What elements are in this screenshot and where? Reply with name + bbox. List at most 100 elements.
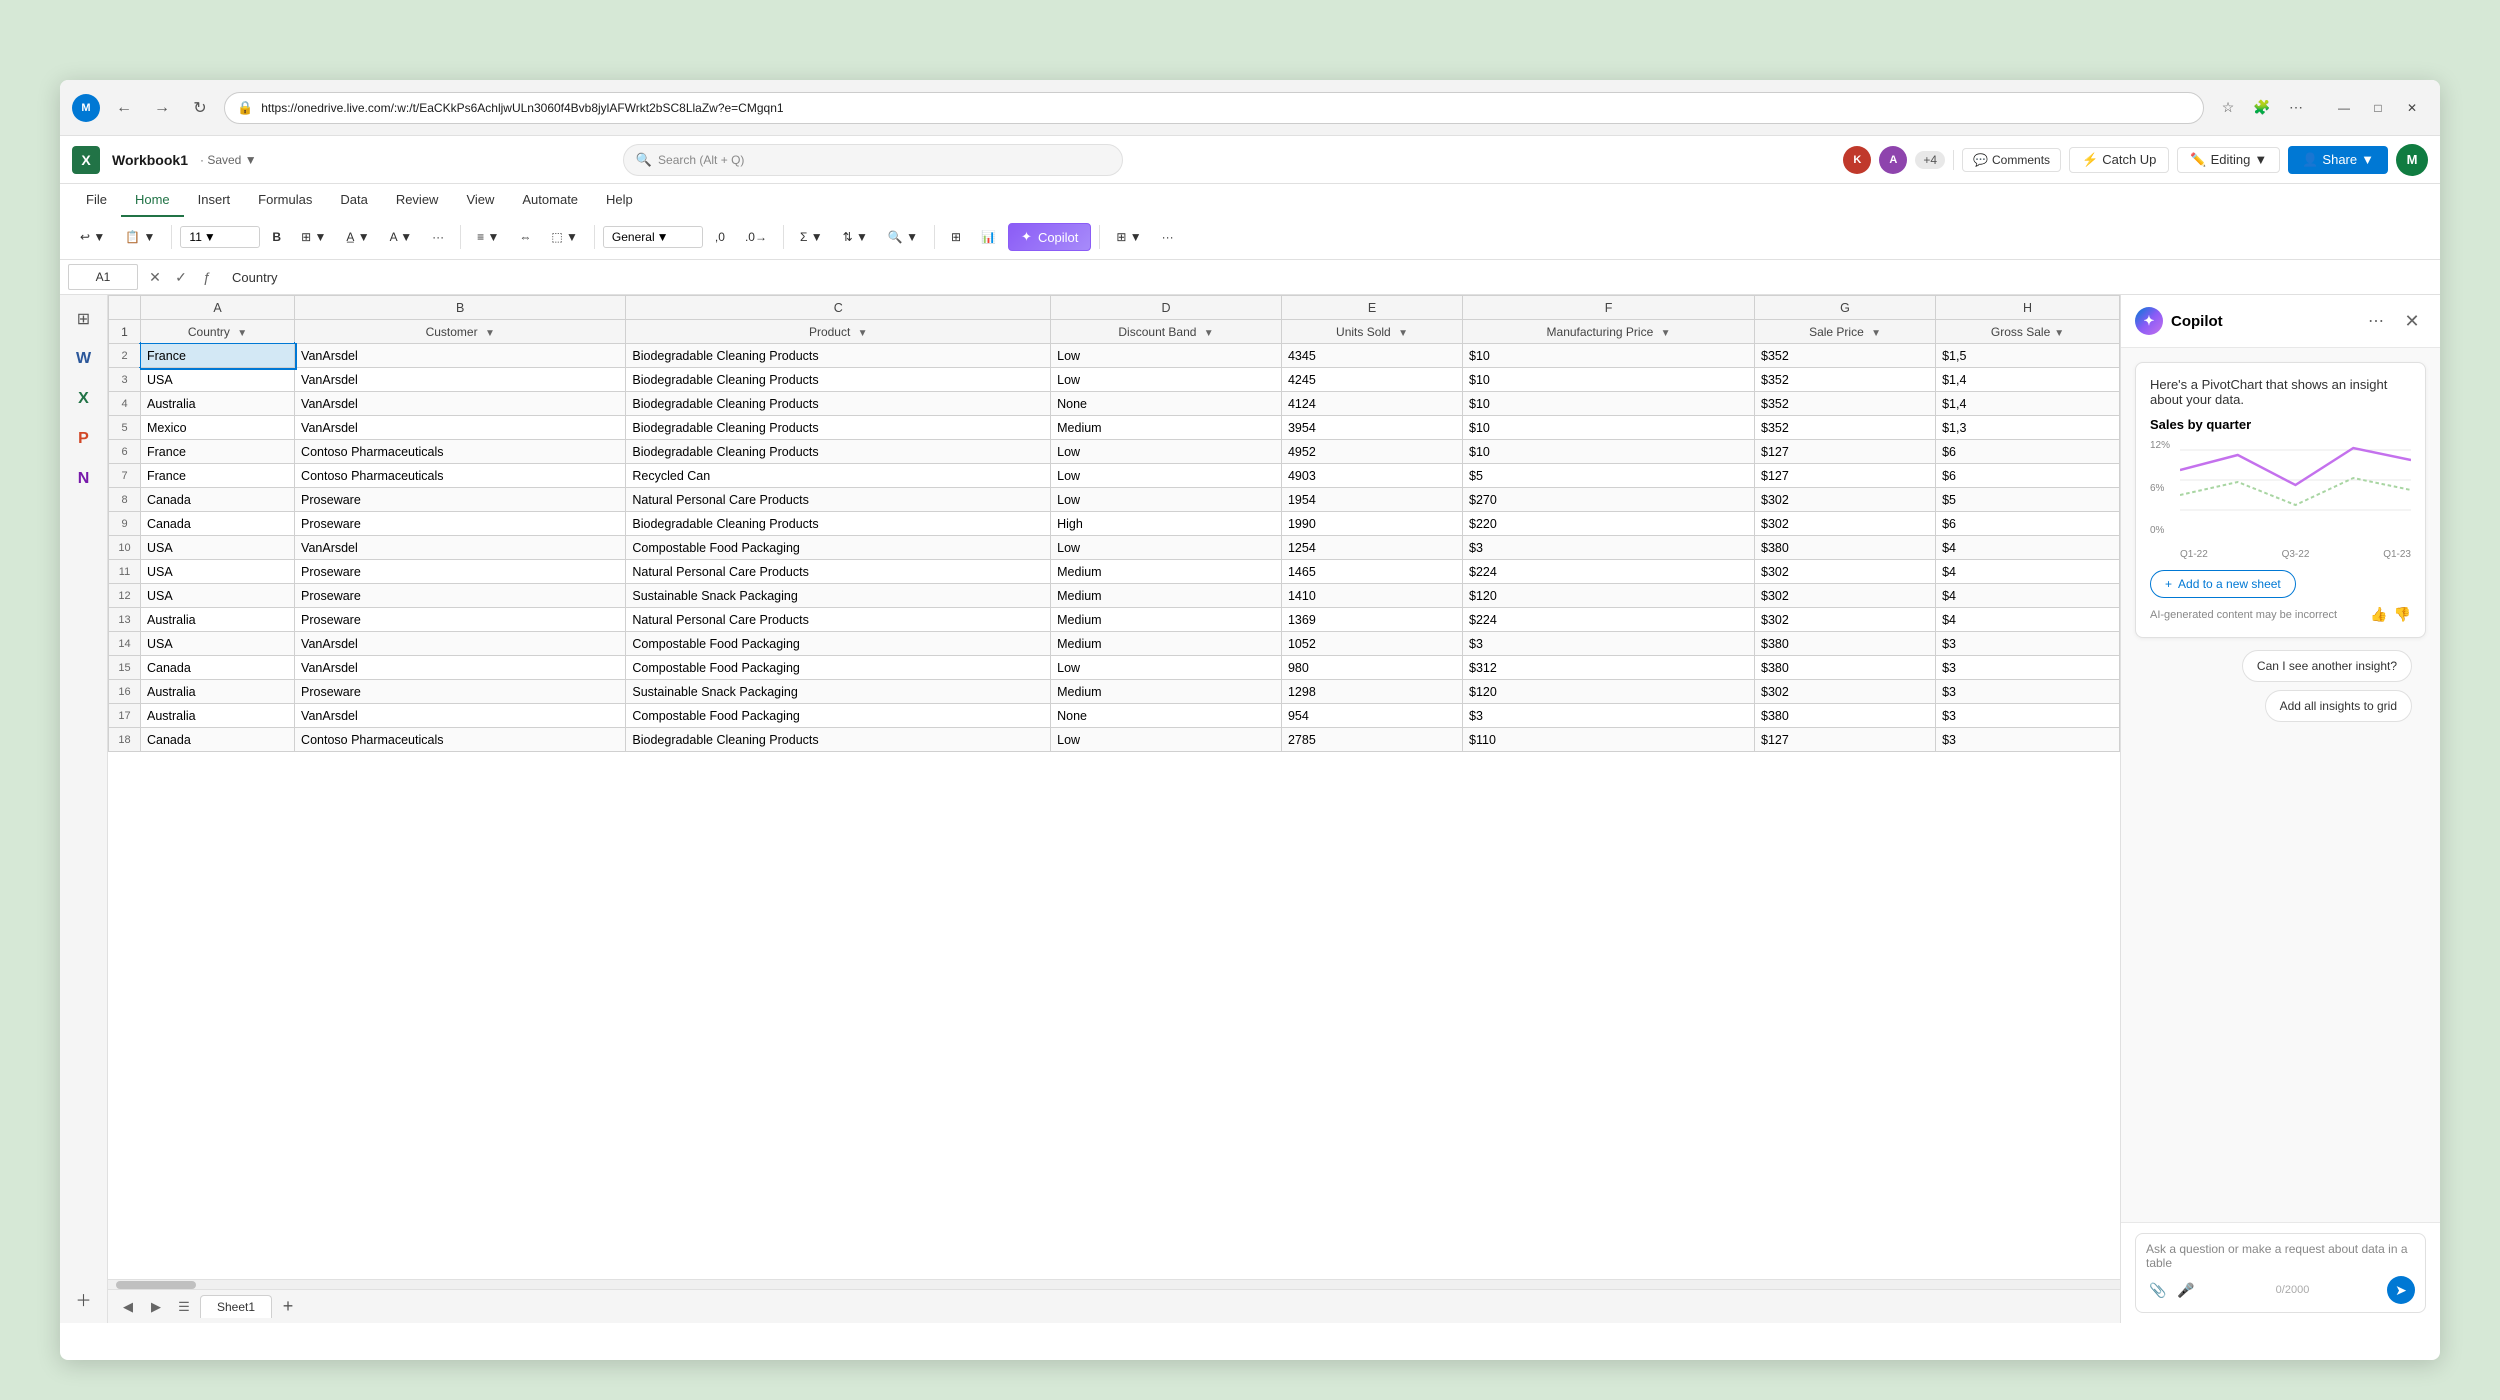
cell[interactable]: Australia: [141, 392, 295, 416]
cell[interactable]: $302: [1755, 608, 1936, 632]
decimal-increase-button[interactable]: .0→: [737, 226, 775, 248]
cell[interactable]: $10: [1463, 344, 1755, 368]
cell[interactable]: Medium: [1051, 584, 1282, 608]
sigma-button[interactable]: Σ ▼: [792, 226, 831, 248]
copilot-close-button[interactable]: ✕: [2398, 307, 2426, 335]
catchup-button[interactable]: ⚡ Catch Up: [2069, 147, 2169, 173]
col-header-g[interactable]: G: [1755, 296, 1936, 320]
cell[interactable]: 1298: [1281, 680, 1462, 704]
cell[interactable]: $302: [1755, 512, 1936, 536]
filter-icon-product[interactable]: ▼: [858, 328, 868, 339]
col-header-h[interactable]: H: [1936, 296, 2120, 320]
cell[interactable]: Canada: [141, 728, 295, 752]
cell[interactable]: Proseware: [295, 488, 626, 512]
cell[interactable]: $352: [1755, 392, 1936, 416]
star-button[interactable]: ☆: [2214, 94, 2242, 122]
cell[interactable]: $302: [1755, 488, 1936, 512]
cell[interactable]: $3: [1463, 632, 1755, 656]
cell[interactable]: $6: [1936, 440, 2120, 464]
send-button[interactable]: ➤: [2387, 1276, 2415, 1304]
cell[interactable]: $3: [1936, 656, 2120, 680]
cell[interactable]: Biodegradable Cleaning Products: [626, 416, 1051, 440]
cell[interactable]: $224: [1463, 560, 1755, 584]
cell[interactable]: USA: [141, 584, 295, 608]
cell[interactable]: $302: [1755, 560, 1936, 584]
thumbs-down-button[interactable]: 👎: [2394, 606, 2411, 623]
cell[interactable]: $1,4: [1936, 368, 2120, 392]
cell[interactable]: $220: [1463, 512, 1755, 536]
cell[interactable]: Recycled Can: [626, 464, 1051, 488]
cell[interactable]: $6: [1936, 464, 2120, 488]
cell[interactable]: $120: [1463, 680, 1755, 704]
share-button[interactable]: 👤 Share ▼: [2288, 146, 2388, 174]
col-header-a[interactable]: A: [141, 296, 295, 320]
cell[interactable]: Low: [1051, 488, 1282, 512]
sidebar-ppt-icon[interactable]: P: [68, 423, 100, 455]
col-header-b[interactable]: B: [295, 296, 626, 320]
cancel-formula-button[interactable]: ✕: [144, 266, 166, 288]
cell[interactable]: Biodegradable Cleaning Products: [626, 368, 1051, 392]
tab-formulas[interactable]: Formulas: [244, 184, 326, 217]
comma-style-button[interactable]: ,0: [707, 226, 733, 248]
cell[interactable]: USA: [141, 632, 295, 656]
add-to-sheet-button[interactable]: + Add to a new sheet: [2150, 570, 2296, 598]
more-button[interactable]: ···: [424, 226, 452, 248]
cell[interactable]: 1465: [1281, 560, 1462, 584]
mic-button[interactable]: 🎤: [2174, 1278, 2198, 1302]
refresh-button[interactable]: ↻: [186, 94, 214, 122]
tab-review[interactable]: Review: [382, 184, 453, 217]
paste-button[interactable]: 📋 ▼: [117, 226, 163, 248]
cell[interactable]: $352: [1755, 344, 1936, 368]
cell[interactable]: VanArsdel: [295, 368, 626, 392]
cell[interactable]: Medium: [1051, 560, 1282, 584]
tab-view[interactable]: View: [452, 184, 508, 217]
filter-icon-units[interactable]: ▼: [1398, 328, 1408, 339]
confirm-formula-button[interactable]: ✓: [170, 266, 192, 288]
cell[interactable]: None: [1051, 704, 1282, 728]
tab-insert[interactable]: Insert: [184, 184, 245, 217]
cell[interactable]: $120: [1463, 584, 1755, 608]
horizontal-scrollbar[interactable]: [108, 1279, 2120, 1289]
cell[interactable]: Natural Personal Care Products: [626, 560, 1051, 584]
font-color-button[interactable]: A ▼: [382, 226, 421, 248]
cell[interactable]: Medium: [1051, 608, 1282, 632]
cell[interactable]: 1052: [1281, 632, 1462, 656]
cell[interactable]: 4952: [1281, 440, 1462, 464]
cell[interactable]: Low: [1051, 728, 1282, 752]
filter-icon-customer[interactable]: ▼: [485, 328, 495, 339]
maximize-button[interactable]: □: [2362, 94, 2394, 122]
sidebar-word-icon[interactable]: W: [68, 343, 100, 375]
cell[interactable]: $10: [1463, 440, 1755, 464]
back-button[interactable]: ←: [110, 94, 138, 122]
sidebar-excel-icon[interactable]: X: [68, 383, 100, 415]
cell[interactable]: Biodegradable Cleaning Products: [626, 392, 1051, 416]
cell[interactable]: Biodegradable Cleaning Products: [626, 512, 1051, 536]
undo-button[interactable]: ↩ ▼: [72, 226, 113, 248]
pivot-table-button[interactable]: ⊞: [943, 226, 969, 248]
cell[interactable]: $110: [1463, 728, 1755, 752]
cell[interactable]: $3: [1463, 704, 1755, 728]
cell[interactable]: 3954: [1281, 416, 1462, 440]
cell[interactable]: 980: [1281, 656, 1462, 680]
header-sale-price[interactable]: Sale Price ▼: [1755, 320, 1936, 344]
cell[interactable]: $380: [1755, 704, 1936, 728]
cell[interactable]: $302: [1755, 680, 1936, 704]
cell[interactable]: Sustainable Snack Packaging: [626, 680, 1051, 704]
cell[interactable]: Low: [1051, 440, 1282, 464]
cell[interactable]: Low: [1051, 536, 1282, 560]
cell[interactable]: 1254: [1281, 536, 1462, 560]
tab-automate[interactable]: Automate: [508, 184, 592, 217]
filter-icon-country[interactable]: ▼: [237, 328, 247, 339]
wrap-button[interactable]: ⬚ ▼: [543, 226, 586, 248]
cell[interactable]: Biodegradable Cleaning Products: [626, 440, 1051, 464]
cell[interactable]: 1990: [1281, 512, 1462, 536]
cell[interactable]: Medium: [1051, 416, 1282, 440]
cell[interactable]: Medium: [1051, 632, 1282, 656]
cell[interactable]: Proseware: [295, 608, 626, 632]
tab-home[interactable]: Home: [121, 184, 184, 217]
cell[interactable]: $312: [1463, 656, 1755, 680]
col-header-f[interactable]: F: [1463, 296, 1755, 320]
group-button[interactable]: ⊞ ▼: [1108, 226, 1149, 248]
cell[interactable]: Proseware: [295, 680, 626, 704]
cell[interactable]: France: [141, 464, 295, 488]
